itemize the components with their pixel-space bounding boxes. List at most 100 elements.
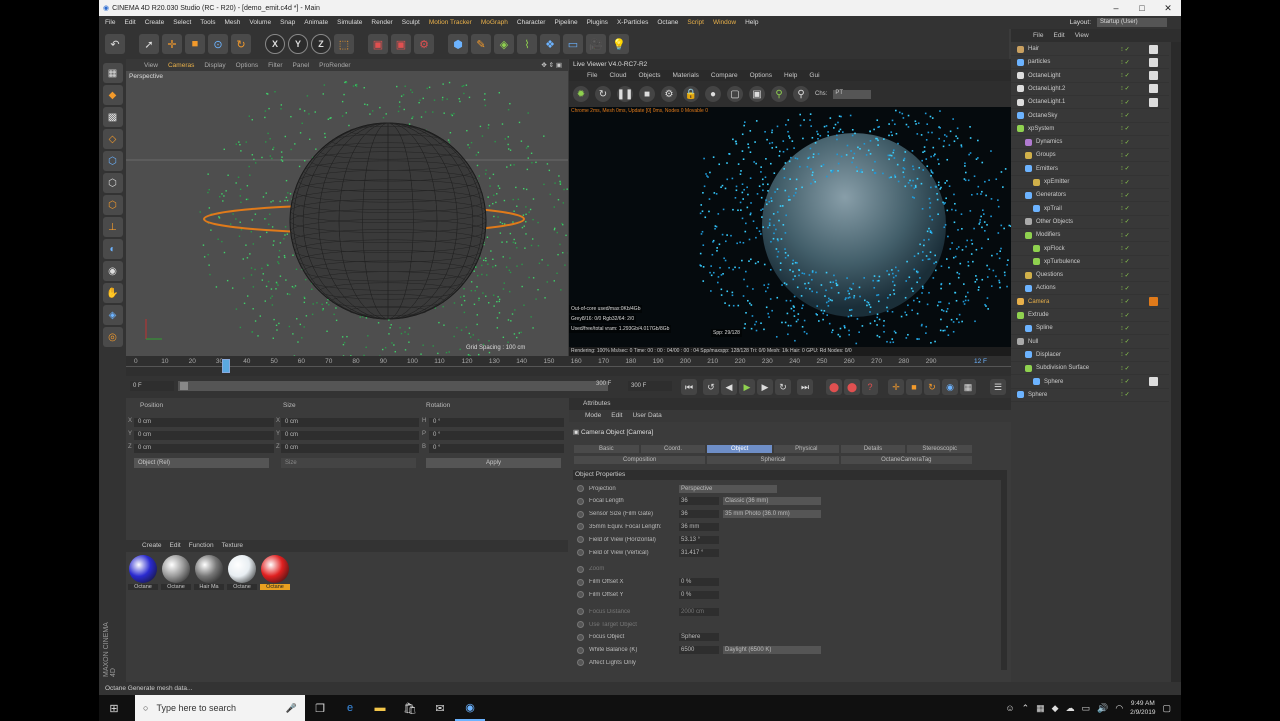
coordinate-system-icon[interactable]: ⬚ bbox=[334, 34, 354, 54]
windows-start-icon[interactable]: ⊞ bbox=[99, 695, 129, 721]
workplane-lock-icon[interactable]: ◈ bbox=[102, 305, 123, 325]
property-dropdown[interactable]: 35 mm Photo (36.0 mm) bbox=[723, 510, 821, 519]
axis-mode-icon[interactable]: ⊥ bbox=[102, 217, 123, 237]
dropbox-icon[interactable]: ◆ bbox=[1052, 703, 1059, 714]
region-icon[interactable]: ▢ bbox=[727, 86, 743, 102]
wifi-icon[interactable]: ◠ bbox=[1115, 703, 1123, 714]
position-z-field[interactable]: 0 cm bbox=[134, 444, 274, 453]
visibility-check-icon[interactable]: ⁝ ✓ bbox=[1121, 325, 1130, 332]
menu-file[interactable]: File bbox=[105, 19, 115, 26]
record-icon[interactable]: ⬤ bbox=[826, 379, 842, 395]
layout-select[interactable]: Startup (User) bbox=[1097, 18, 1167, 27]
menu-octane[interactable]: Octane bbox=[657, 19, 678, 26]
visibility-check-icon[interactable]: ⁝ ✓ bbox=[1121, 112, 1130, 119]
menu-mograph[interactable]: MoGraph bbox=[481, 19, 508, 26]
minimize-button[interactable]: – bbox=[1103, 3, 1129, 14]
object-row[interactable]: Displacer ⁝ ✓ bbox=[1011, 349, 1169, 362]
visibility-check-icon[interactable]: ⁝ ✓ bbox=[1121, 218, 1130, 225]
perspective-viewport[interactable]: View Cameras Display Options Filter Panel ProR… bbox=[126, 59, 568, 356]
animation-key-dot[interactable] bbox=[577, 510, 584, 518]
tab-spherical[interactable]: Spherical bbox=[706, 455, 840, 465]
object-row[interactable]: Sphere ⁝ ✓ bbox=[1011, 376, 1169, 389]
people-icon[interactable]: ☺ bbox=[1005, 703, 1014, 713]
menu-snap[interactable]: Snap bbox=[280, 19, 295, 26]
notifications-icon[interactable]: ▢ bbox=[1162, 703, 1171, 714]
task-view-icon[interactable]: ❐ bbox=[305, 695, 335, 721]
move-icon[interactable]: ✛ bbox=[162, 34, 182, 54]
pause-render-icon[interactable]: ❚❚ bbox=[617, 86, 633, 102]
object-row[interactable]: OctaneSky ⁝ ✓ bbox=[1011, 110, 1169, 123]
pick-focus-icon[interactable]: ⚲ bbox=[771, 86, 787, 102]
visibility-check-icon[interactable]: ⁝ ✓ bbox=[1121, 59, 1130, 66]
menu-character[interactable]: Character bbox=[517, 19, 546, 26]
undo-icon[interactable]: ↶ bbox=[105, 34, 125, 54]
object-row[interactable]: particles ⁝ ✓ bbox=[1011, 56, 1169, 70]
tab-stereoscopic[interactable]: Stereoscopic bbox=[906, 444, 974, 454]
visibility-check-icon[interactable]: ⁝ ✓ bbox=[1121, 139, 1130, 146]
visibility-check-icon[interactable]: ⁝ ✓ bbox=[1121, 165, 1130, 172]
film-region-icon[interactable]: ▣ bbox=[749, 86, 765, 102]
workplane-icon[interactable]: ◇ bbox=[102, 129, 123, 149]
live-viewer-menu-help[interactable]: Help bbox=[784, 70, 797, 81]
object-row[interactable]: Extrude ⁝ ✓ bbox=[1011, 309, 1169, 322]
material-swatch[interactable]: Hair Ma bbox=[194, 555, 224, 590]
object-tag-icon[interactable] bbox=[1149, 377, 1158, 386]
render-settings-icon[interactable]: ⚙ bbox=[414, 34, 434, 54]
object-row[interactable]: xpSystem ⁝ ✓ bbox=[1011, 123, 1169, 136]
tab-coord-[interactable]: Coord. bbox=[639, 444, 707, 454]
object-row[interactable]: xpEmitter ⁝ ✓ bbox=[1011, 176, 1169, 189]
coordinate-mode-select[interactable]: Object (Rel) bbox=[134, 458, 269, 468]
object-tag-icon[interactable] bbox=[1149, 44, 1158, 54]
property-value-field[interactable]: 36 mm bbox=[679, 522, 719, 531]
menu-motion-tracker[interactable]: Motion Tracker bbox=[429, 19, 472, 26]
menu-select[interactable]: Select bbox=[173, 19, 191, 26]
playhead[interactable] bbox=[222, 359, 230, 373]
property-dropdown[interactable]: Perspective bbox=[679, 484, 777, 493]
property-value-field[interactable]: 36 bbox=[679, 497, 719, 506]
light-icon[interactable]: 💡 bbox=[609, 34, 629, 54]
object-row[interactable]: xpTrail ⁝ ✓ bbox=[1011, 203, 1169, 216]
cinema4d-taskbar-icon[interactable]: ◉ bbox=[455, 695, 485, 721]
object-row[interactable]: Hair ⁝ ✓ bbox=[1011, 43, 1169, 56]
close-button[interactable]: ✕ bbox=[1155, 3, 1181, 14]
key-scale-icon[interactable]: ■ bbox=[906, 379, 922, 395]
battery-icon[interactable]: ▭ bbox=[1082, 703, 1091, 714]
object-row[interactable]: Modifiers ⁝ ✓ bbox=[1011, 229, 1169, 243]
restart-render-icon[interactable]: ↻ bbox=[595, 86, 611, 102]
object-row[interactable]: Null ⁝ ✓ bbox=[1011, 336, 1169, 349]
object-row[interactable]: Actions ⁝ ✓ bbox=[1011, 282, 1169, 296]
network-icon[interactable]: ▦ bbox=[1036, 703, 1045, 714]
object-row[interactable]: xpTurbulence ⁝ ✓ bbox=[1011, 256, 1169, 269]
material-swatch[interactable]: Octane bbox=[227, 555, 257, 590]
property-value-field[interactable]: 2000 cm bbox=[679, 607, 719, 616]
y-axis-lock-icon[interactable]: Y bbox=[288, 34, 308, 54]
go-to-end-icon[interactable]: ⏭ bbox=[797, 379, 813, 395]
live-viewer-menu-file[interactable]: File bbox=[587, 70, 597, 81]
visibility-check-icon[interactable]: ⁝ ✓ bbox=[1121, 232, 1130, 239]
pick-object-icon[interactable]: ⚲ bbox=[793, 86, 809, 102]
animation-key-dot[interactable] bbox=[577, 565, 584, 573]
live-viewer-menu-gui[interactable]: Gui bbox=[809, 70, 819, 81]
menu-volume[interactable]: Volume bbox=[249, 19, 271, 26]
attributes-menu-edit[interactable]: Edit bbox=[611, 410, 622, 422]
solo-icon[interactable]: ◎ bbox=[102, 327, 123, 347]
menu-render[interactable]: Render bbox=[371, 19, 392, 26]
material-ball-icon[interactable]: ● bbox=[705, 86, 721, 102]
keyframe-selection-icon[interactable]: ? bbox=[862, 379, 878, 395]
animation-key-dot[interactable] bbox=[577, 578, 584, 586]
tab-physical[interactable]: Physical bbox=[773, 444, 840, 454]
current-frame-field[interactable]: 0 F bbox=[130, 381, 174, 391]
points-mode-icon[interactable]: ⬡ bbox=[102, 151, 123, 171]
visibility-check-icon[interactable]: ⁝ ✓ bbox=[1121, 285, 1130, 292]
channel-select[interactable]: PT bbox=[833, 89, 872, 99]
volume-icon[interactable]: 🔊 bbox=[1097, 703, 1108, 714]
material-menu-edit[interactable]: Edit bbox=[170, 540, 181, 552]
environment-icon[interactable]: ❖ bbox=[540, 34, 560, 54]
position-y-field[interactable]: 0 cm bbox=[134, 431, 274, 440]
end-frame-field[interactable]: 300 F bbox=[628, 381, 672, 391]
visibility-check-icon[interactable]: ⁝ ✓ bbox=[1121, 245, 1130, 252]
animation-key-dot[interactable] bbox=[577, 523, 584, 531]
floor-icon[interactable]: ▭ bbox=[563, 34, 583, 54]
z-axis-lock-icon[interactable]: Z bbox=[311, 34, 331, 54]
range-start-handle[interactable] bbox=[180, 382, 188, 390]
